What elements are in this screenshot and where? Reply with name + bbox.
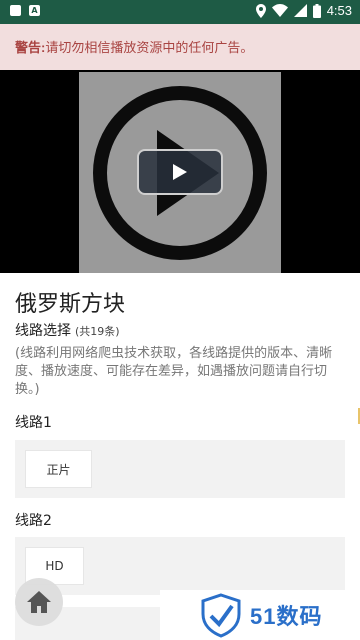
page-title: 俄罗斯方块 (15, 292, 126, 317)
route-group-2: HD (15, 537, 345, 595)
play-icon (173, 164, 187, 180)
video-player[interactable] (0, 70, 360, 273)
route-count: (共19条) (75, 325, 120, 338)
warning-text: 请切勿相信播放资源中的任何广告。 (45, 40, 254, 55)
episode-button[interactable]: 正片 (25, 450, 92, 488)
home-icon (27, 591, 51, 613)
route-label-2: 线路2 (15, 513, 52, 529)
watermark-text: 51数码 (250, 604, 323, 629)
watermark: 51数码 (160, 590, 360, 640)
route-note: (线路利用网络爬虫技术获取，各线路提供的版本、清晰度、播放速度、可能存在差异，如… (15, 346, 333, 397)
warning-label: 警告: (15, 40, 46, 55)
route-select-header: 线路选择 (共19条) (15, 320, 120, 340)
battery-icon (312, 3, 321, 18)
clock: 4:53 (326, 3, 352, 18)
notification-a-icon: A (29, 5, 40, 16)
location-icon (255, 3, 266, 18)
signal-icon (293, 4, 307, 17)
wifi-icon (271, 4, 288, 17)
shield-logo-icon (201, 593, 241, 638)
status-right: 4:53 (255, 3, 352, 18)
play-button[interactable] (137, 149, 223, 195)
status-bar: A 4:53 (0, 0, 360, 24)
route-select-label: 线路选择 (15, 323, 71, 339)
status-left: A (10, 5, 40, 16)
warning-banner: 警告:请切勿相信播放资源中的任何广告。 (0, 24, 360, 70)
route-group-1: 正片 (15, 440, 345, 498)
route-label-1: 线路1 (15, 415, 52, 431)
notification-app-icon (10, 5, 21, 16)
home-button[interactable] (15, 578, 63, 626)
